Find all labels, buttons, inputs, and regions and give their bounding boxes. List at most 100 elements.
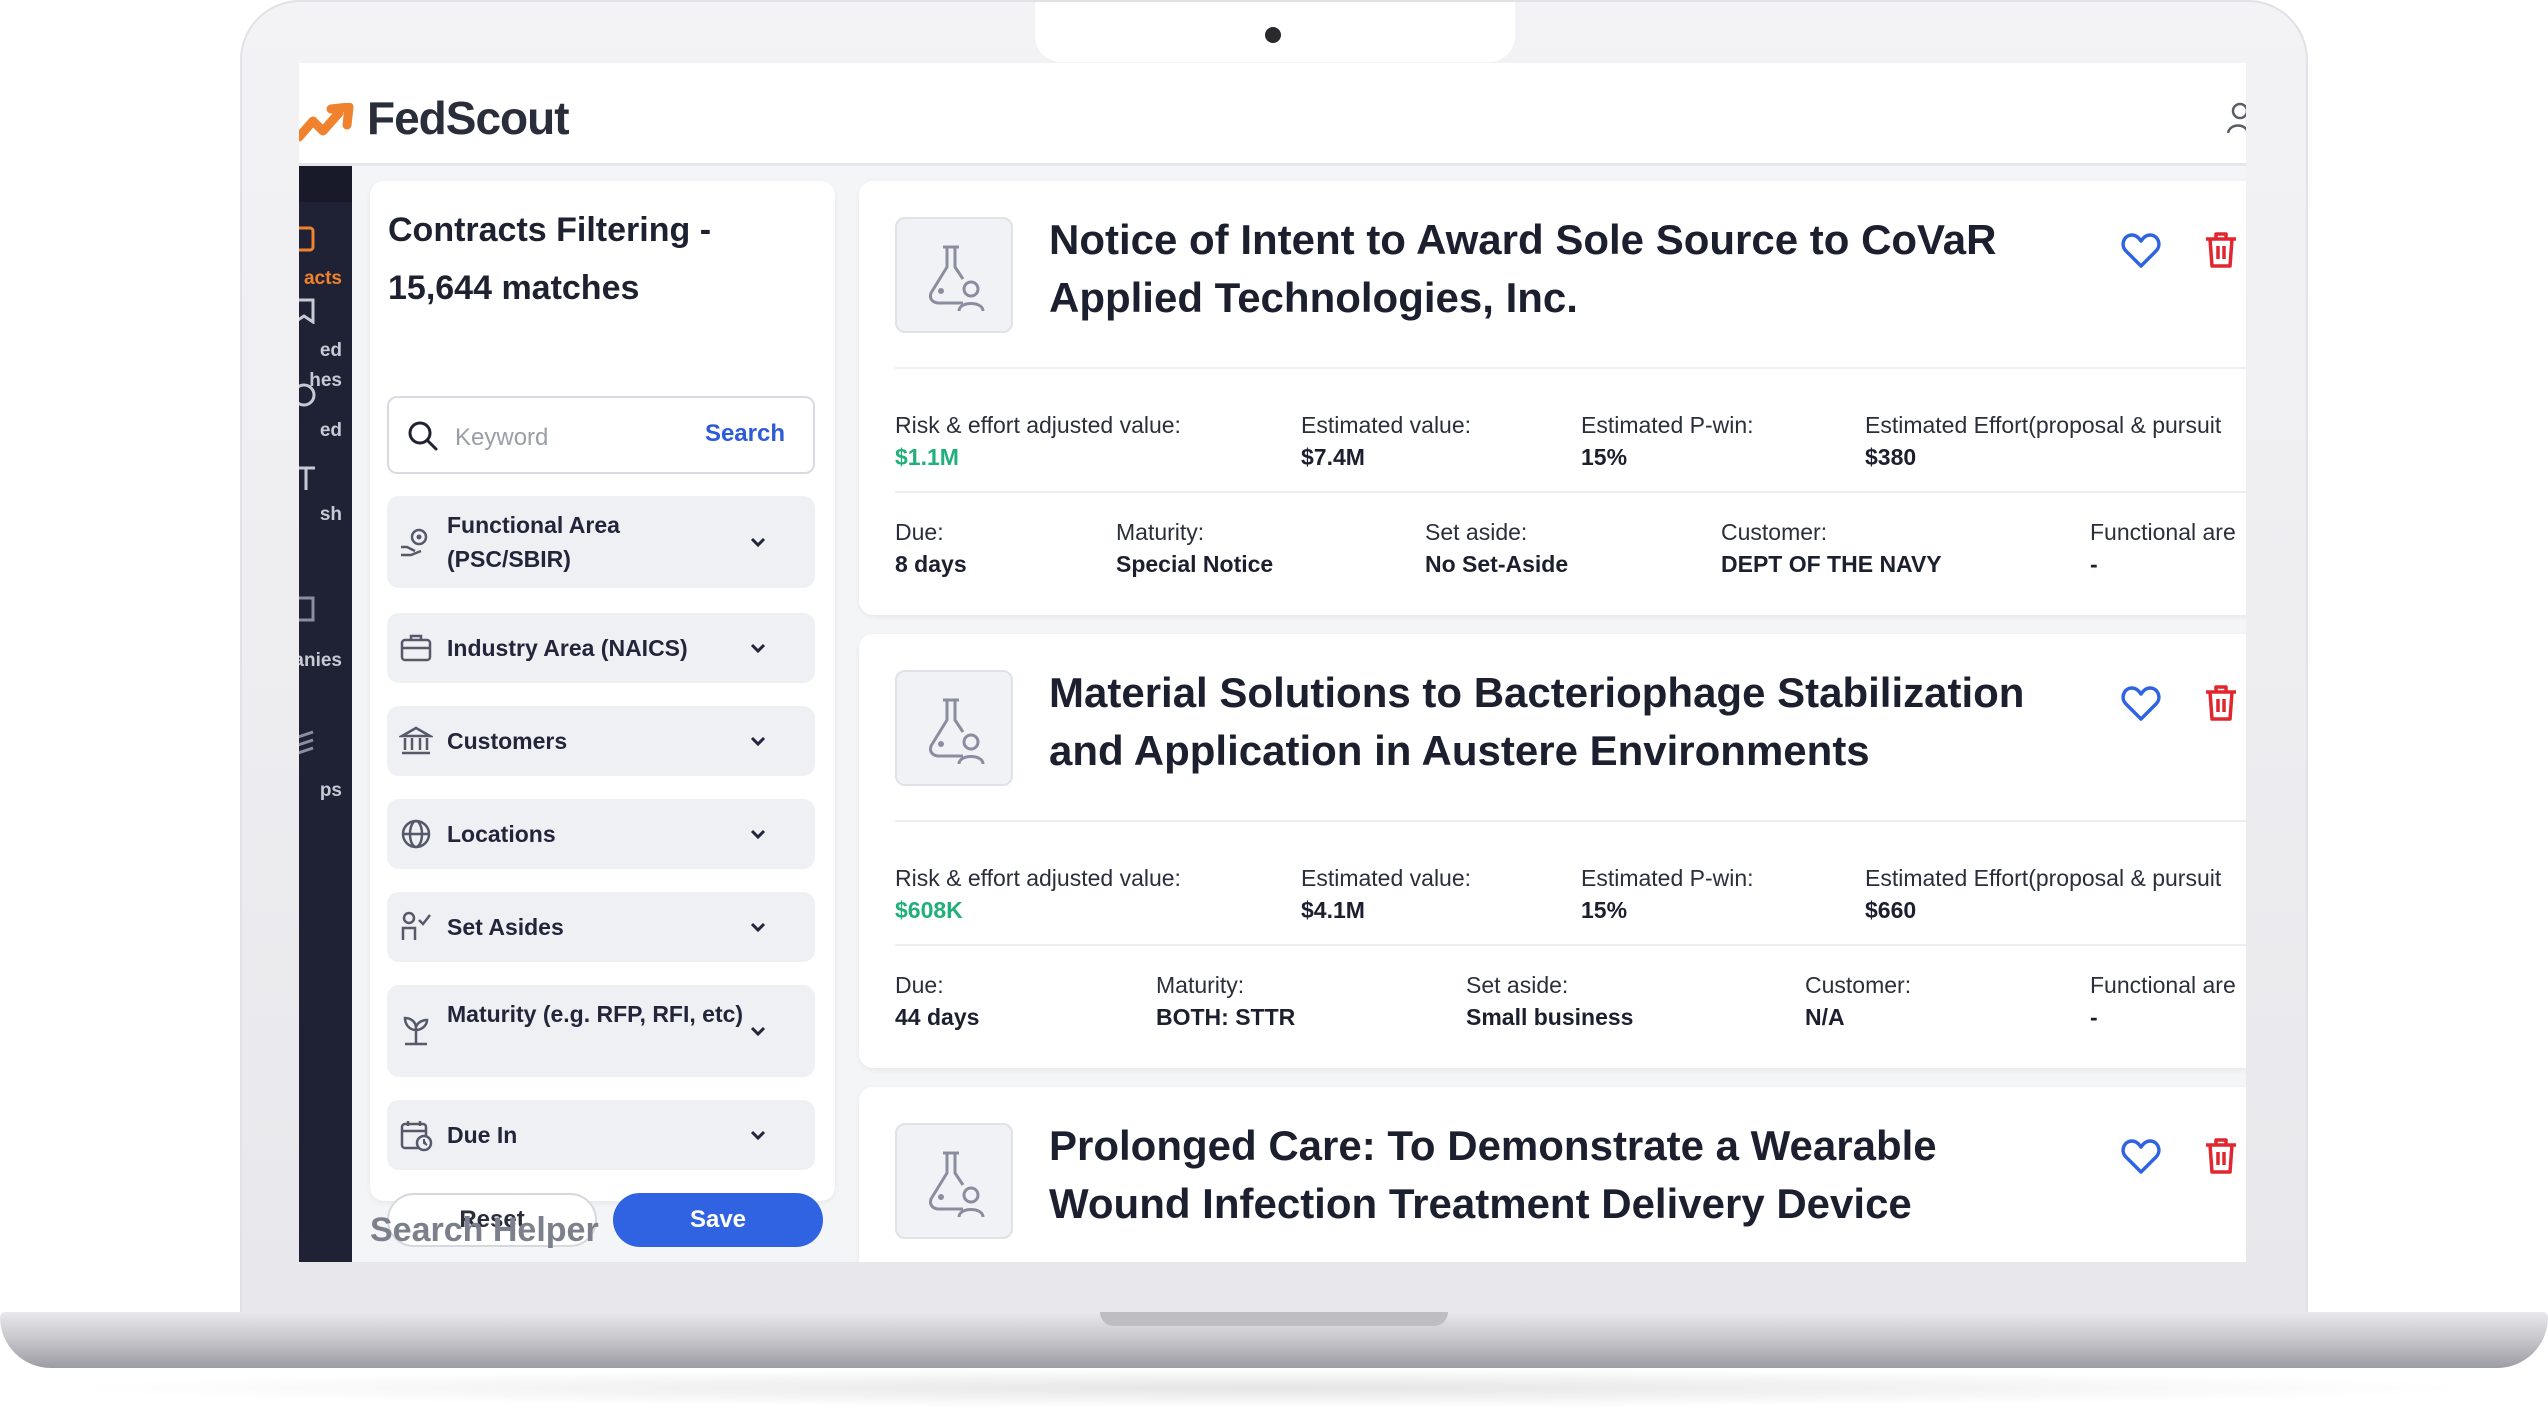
- stat-label: Risk & effort adjusted value:: [895, 865, 1181, 891]
- contracts-icon: [299, 226, 315, 252]
- app-screen: FedScout acts ed hes ed sh nies ps Contr…: [299, 63, 2246, 1262]
- sidebar-item-label: sh: [319, 504, 342, 525]
- brand-name[interactable]: FedScout: [367, 91, 570, 145]
- sidebar-item-label: ed: [319, 420, 342, 441]
- delete-trash-icon[interactable]: [2204, 231, 2238, 269]
- stat-label: Maturity:: [1156, 972, 1245, 998]
- favorite-heart-icon[interactable]: [2121, 233, 2161, 269]
- contract-thumbnail: [895, 217, 1013, 333]
- stat-value: $660: [1865, 897, 1917, 923]
- keyword-input[interactable]: [453, 420, 677, 456]
- laptop-shadow: [60, 1368, 2488, 1408]
- estimated-value-stat: Estimated value: $7.4M: [1301, 409, 1471, 473]
- risk-adjusted-value-stat: Risk & effort adjusted value: $608K: [895, 862, 1181, 926]
- stat-value: 15%: [1581, 444, 1628, 470]
- stat-label: Risk & effort adjusted value:: [895, 412, 1181, 438]
- chevron-down-icon: [750, 829, 766, 840]
- lab-flask-icon: [929, 245, 985, 312]
- facet-due-in[interactable]: Due In: [387, 1100, 815, 1170]
- facet-customers[interactable]: Customers: [387, 706, 815, 776]
- facet-set-asides[interactable]: Set Asides: [387, 892, 815, 962]
- facet-locations[interactable]: Locations: [387, 799, 815, 869]
- user-icon[interactable]: [2226, 101, 2246, 133]
- fedscout-logo-icon[interactable]: [299, 103, 357, 145]
- stat-value: Special Notice: [1116, 551, 1274, 577]
- stat-label: Customer:: [1721, 519, 1828, 545]
- stat-label: Functional are: [2090, 519, 2236, 545]
- chevron-down-icon: [750, 922, 766, 933]
- set-asides-icon: [401, 911, 431, 940]
- facet-functional-area[interactable]: Functional Area (PSC/SBIR): [387, 496, 815, 588]
- stat-value: No Set-Aside: [1425, 551, 1569, 577]
- stat-label: Maturity:: [1116, 519, 1205, 545]
- stat-value: $608K: [895, 897, 963, 923]
- seedling-icon: [403, 1016, 429, 1046]
- functional-area-icon: [401, 528, 428, 557]
- estimated-value-stat: Estimated value: $4.1M: [1301, 862, 1471, 926]
- stat-label: Functional are: [2090, 972, 2236, 998]
- keyword-search-box[interactable]: Search: [387, 396, 815, 474]
- facet-label: Functional Area (PSC/SBIR): [447, 512, 620, 572]
- laptop-base-groove: [1100, 1312, 1448, 1326]
- briefcase-icon: [400, 634, 432, 662]
- card-divider: [895, 367, 2246, 369]
- stat-value: 44 days: [895, 1004, 980, 1030]
- pwin-stat: Estimated P-win: 15%: [1581, 862, 1754, 926]
- contract-title[interactable]: Notice of Intent to Award Sole Source to…: [1049, 211, 2069, 327]
- facet-label: Industry Area (NAICS): [447, 635, 688, 661]
- save-button[interactable]: Save: [613, 1193, 823, 1247]
- facet-label: Maturity (e.g. RFP, RFI, etc): [447, 1001, 744, 1027]
- due-stat: Due: 44 days: [895, 969, 979, 1033]
- stat-label: Estimated value:: [1301, 412, 1472, 438]
- stat-value: -: [2090, 1004, 2098, 1030]
- effort-stat: Estimated Effort(proposal & pursuit $380: [1865, 409, 2221, 473]
- contract-title[interactable]: Prolonged Care: To Demonstrate a Wearabl…: [1049, 1117, 2069, 1233]
- delete-trash-icon[interactable]: [2204, 1137, 2238, 1175]
- lab-flask-icon: [929, 1151, 985, 1218]
- pwin-stat: Estimated P-win: 15%: [1581, 409, 1754, 473]
- stat-label: Customer:: [1805, 972, 1912, 998]
- sidebar-item-research[interactable]: sh: [299, 466, 352, 546]
- stat-value: $4.1M: [1301, 897, 1365, 923]
- facet-label: Set Asides: [447, 914, 564, 940]
- stat-value: DEPT OF THE NAVY: [1721, 551, 1942, 577]
- search-helper-title: Search Helper: [370, 1211, 599, 1249]
- stat-value: $380: [1865, 444, 1917, 470]
- top-bar: FedScout: [299, 63, 2246, 166]
- sidebar-item-groups[interactable]: ps: [299, 726, 352, 816]
- card-divider: [895, 820, 2246, 822]
- delete-trash-icon[interactable]: [2204, 684, 2238, 722]
- contract-card[interactable]: Prolonged Care: To Demonstrate a Wearabl…: [859, 1087, 2246, 1262]
- maturity-stat: Maturity: Special Notice: [1116, 516, 1273, 580]
- facet-maturity[interactable]: Maturity (e.g. RFP, RFI, etc): [387, 985, 815, 1077]
- maturity-stat: Maturity: BOTH: STTR: [1156, 969, 1295, 1033]
- facet-industry-area[interactable]: Industry Area (NAICS): [387, 613, 815, 683]
- functional-area-stat: Functional are -: [2090, 969, 2236, 1033]
- contract-title[interactable]: Material Solutions to Bacteriophage Stab…: [1049, 664, 2069, 780]
- due-stat: Due: 8 days: [895, 516, 967, 580]
- stat-value: $7.4M: [1301, 444, 1365, 470]
- stat-value: 8 days: [895, 551, 967, 577]
- contract-card[interactable]: Material Solutions to Bacteriophage Stab…: [859, 634, 2246, 1068]
- government-building-icon: [399, 726, 433, 755]
- contract-card[interactable]: Notice of Intent to Award Sole Source to…: [859, 181, 2246, 615]
- chevron-down-icon: [750, 736, 766, 747]
- favorite-heart-icon[interactable]: [2121, 686, 2161, 722]
- camera-icon: [1265, 27, 1281, 43]
- chevron-down-icon: [750, 643, 766, 654]
- calendar-clock-icon: [400, 1121, 433, 1152]
- search-icon: [408, 421, 438, 451]
- search-button[interactable]: Search: [705, 420, 785, 448]
- set-aside-stat: Set aside: No Set-Aside: [1425, 516, 1568, 580]
- sidebar-item-companies[interactable]: anies: [299, 596, 352, 686]
- saved-searches-icon: [299, 298, 315, 324]
- card-divider: [895, 491, 2246, 493]
- favorite-heart-icon[interactable]: [2121, 1139, 2161, 1175]
- filter-title: Contracts Filtering - 15,644 matches: [388, 211, 712, 307]
- stat-value: BOTH: STTR: [1156, 1004, 1296, 1030]
- stat-label: Estimated P-win:: [1581, 865, 1754, 891]
- sidebar-item-saved-searches[interactable]: ed hes: [299, 286, 352, 386]
- sidebar-item-tracked[interactable]: ed: [299, 376, 352, 456]
- chevron-down-icon: [750, 537, 766, 548]
- facet-label: Locations: [447, 821, 556, 847]
